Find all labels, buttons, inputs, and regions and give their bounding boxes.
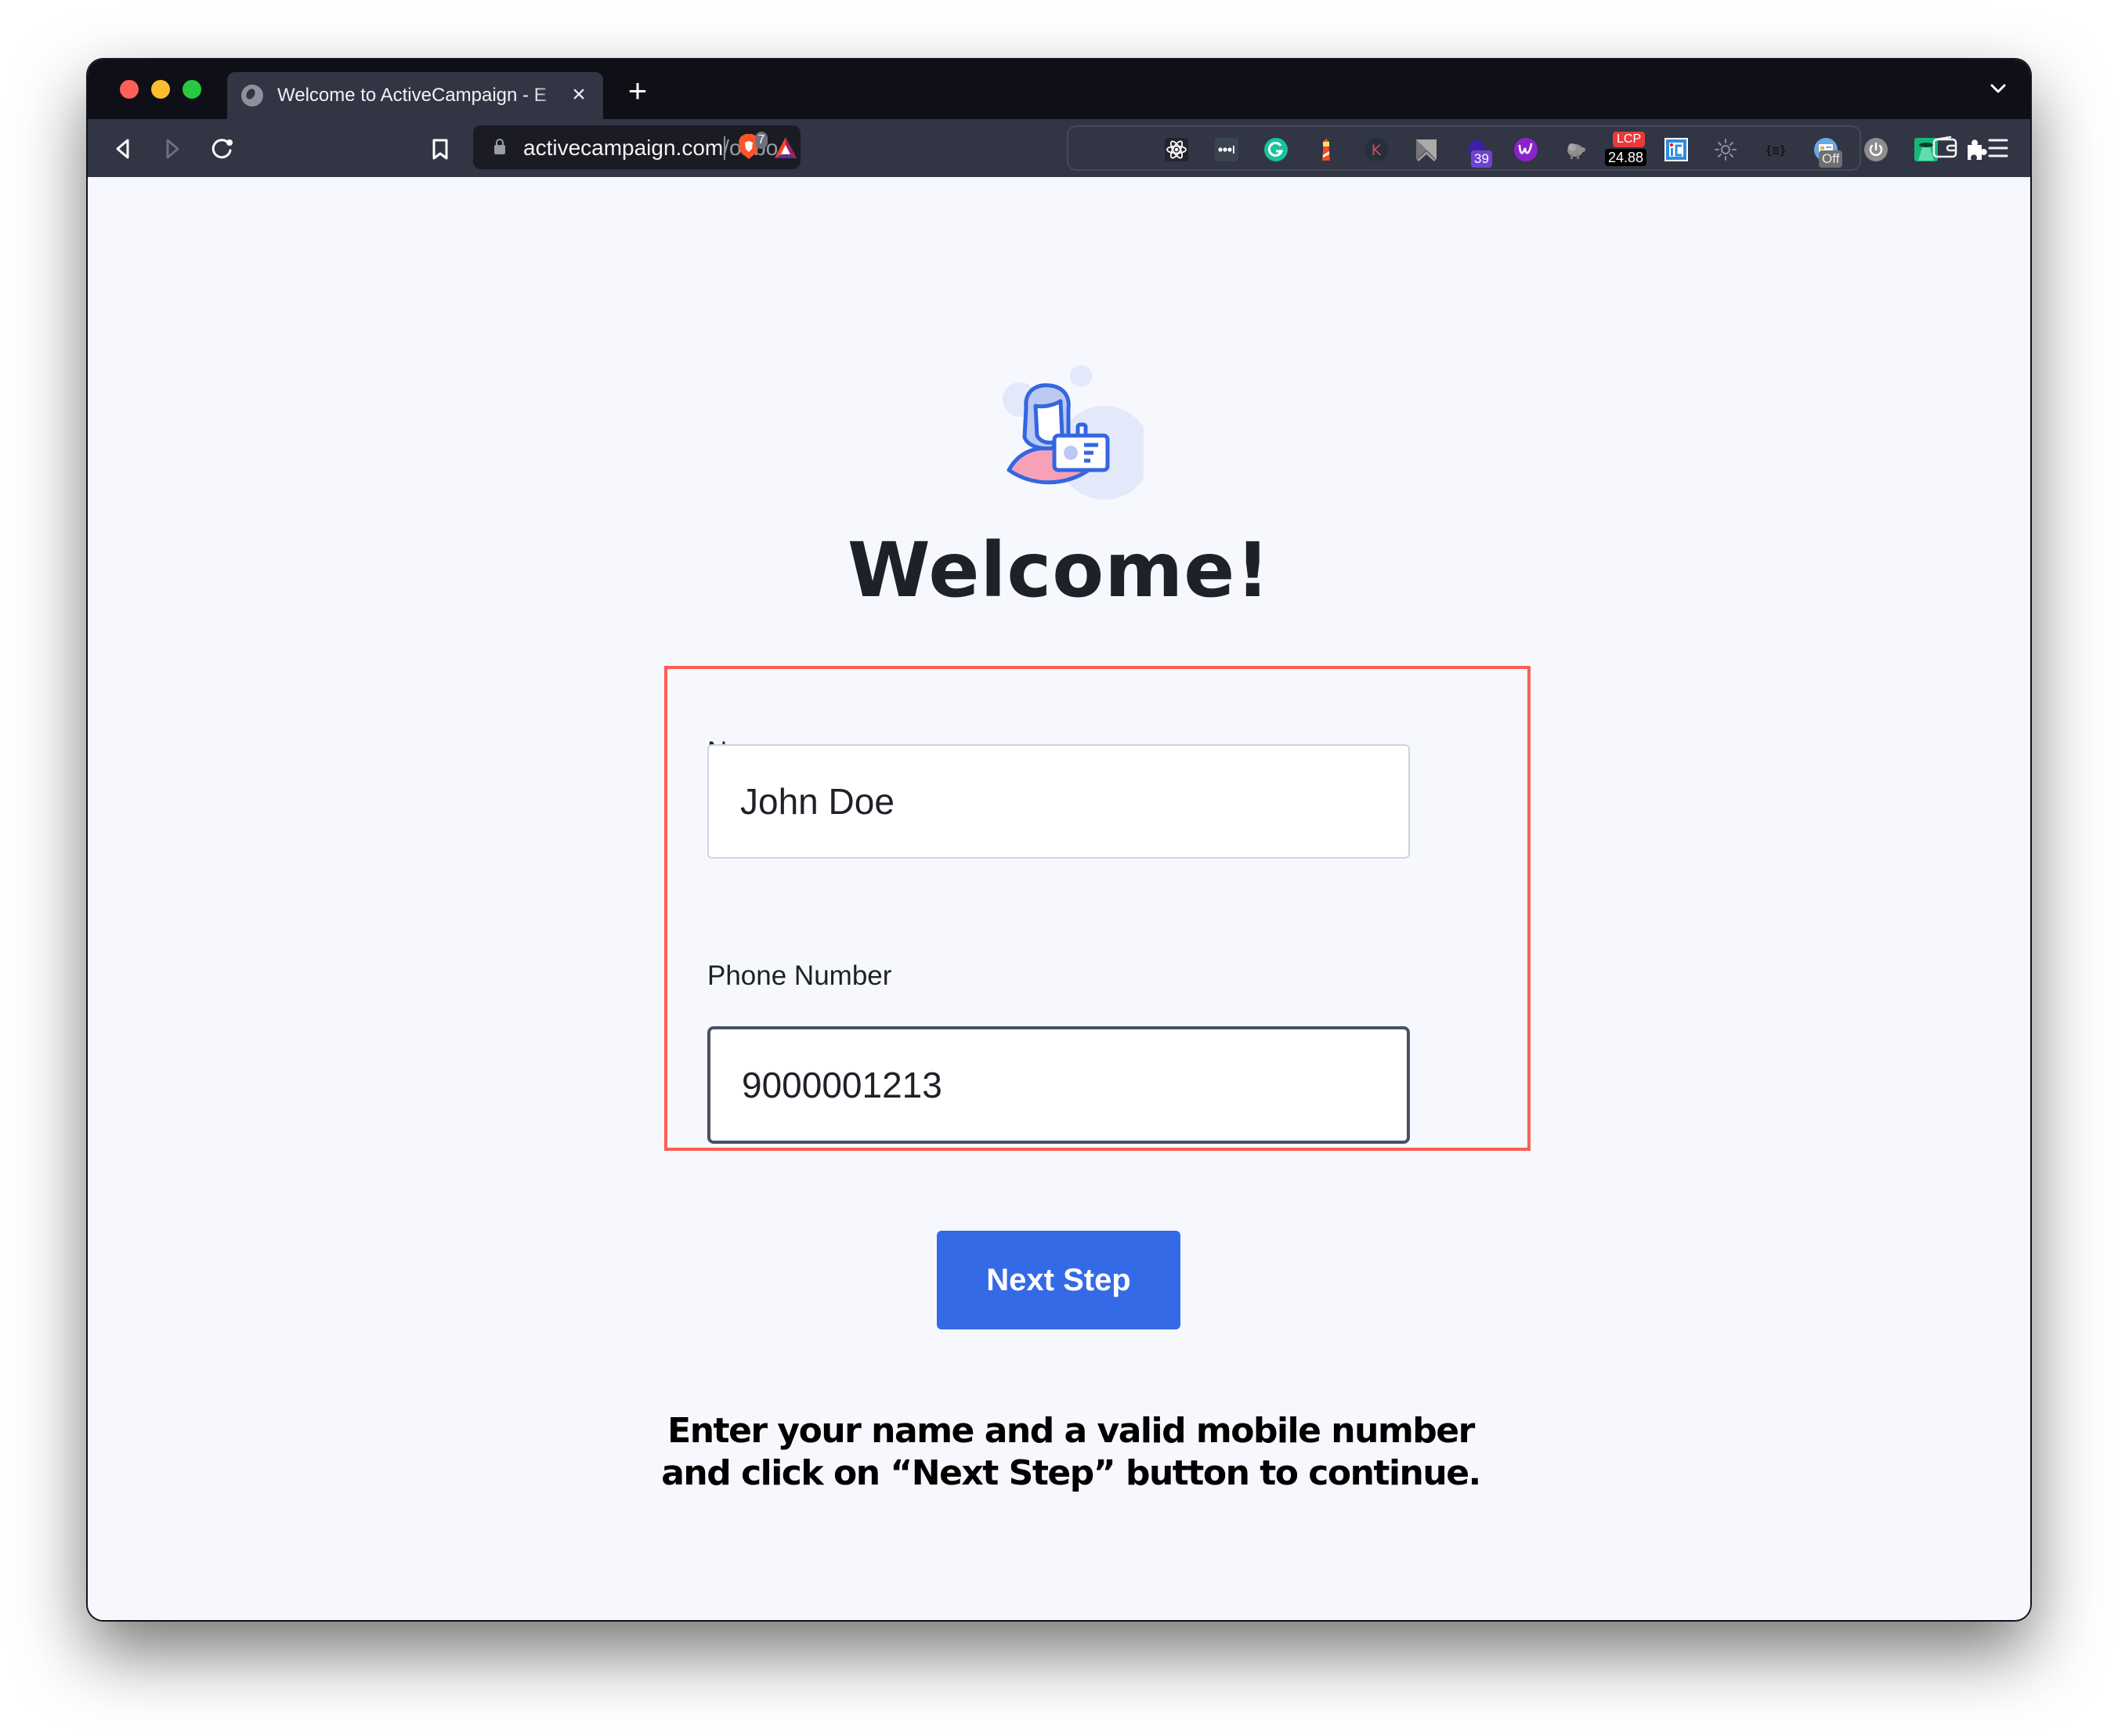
wallet-button[interactable] [1932,135,1958,161]
arrow-extension-icon[interactable] [1415,138,1438,161]
phone-number-input[interactable] [707,1026,1410,1144]
page-title: Welcome! [847,526,1271,614]
elephant-extension-icon[interactable] [1564,138,1588,161]
lcp-label: LCP [1613,132,1646,147]
screenshot-off-badge: Off [1819,150,1843,168]
lcp-extension-icon[interactable]: LCP 24.88 [1605,132,1647,166]
w-extension-icon[interactable] [1514,138,1538,161]
extensions-panel: K 39 LCP 24.88 {≡} Off [1067,125,1987,171]
tab-bar: Welcome to ActiveCampaign - E × + [88,60,2030,119]
instruction-line: Enter your name and a valid mobile numbe… [667,1411,1475,1451]
json-extension-icon[interactable]: {≡} [1764,138,1787,161]
power-extension-icon[interactable] [1864,138,1888,161]
puzzle-extensions-icon[interactable] [1964,138,1987,161]
reload-icon [211,139,233,159]
tab-title: Welcome to ActiveCampaign - E [277,85,547,106]
lcp-value-badge: 24.88 [1605,149,1647,166]
brave-shields-count: 7 [755,132,768,149]
brave-rewards-icon[interactable] [774,136,797,160]
new-tab-button[interactable]: + [622,74,653,107]
reload-button[interactable] [207,133,238,165]
stack-extension-icon[interactable]: 39 [1465,138,1492,168]
page-content: Welcome! Name Phone Number Next Step Ent… [88,177,2030,1620]
svg-text:K: K [1372,142,1382,159]
globe-icon [241,85,263,107]
sun-extension-icon[interactable] [1714,138,1737,161]
chevron-down-icon[interactable] [1988,78,2008,99]
hamburger-menu-icon [1988,139,2008,157]
ic-extension-icon[interactable] [1664,138,1688,161]
main-menu-button[interactable] [1986,135,2010,161]
minimize-window-button[interactable] [151,80,170,99]
bookmark-button[interactable] [425,133,456,165]
back-button[interactable] [107,133,139,165]
user-id-card-illustration [1003,365,1144,500]
address-bar[interactable]: activecampaign.com/onbo... 7 [473,125,801,169]
next-step-button[interactable]: Next Step [937,1231,1180,1329]
forward-icon [166,139,179,159]
k-extension-icon[interactable]: K [1364,138,1388,161]
stack-extension-badge: 39 [1471,150,1492,168]
lock-icon [494,139,505,154]
toolbar: activecampaign.com/onbo... 7 [88,119,2030,177]
grammarly-icon[interactable] [1264,138,1288,161]
maximize-window-button[interactable] [183,80,201,99]
bookmark-icon [432,139,448,160]
react-devtools-icon[interactable] [1165,138,1188,161]
close-window-button[interactable] [120,80,139,99]
forward-button[interactable] [157,133,188,165]
svg-text:{≡}: {≡} [1765,143,1786,157]
lastpass-icon[interactable] [1215,138,1238,161]
close-tab-button[interactable]: × [567,83,591,107]
url-domain: activecampaign.com [523,136,724,160]
tab-active[interactable]: Welcome to ActiveCampaign - E × [227,72,603,119]
browser-window: Welcome to ActiveCampaign - E × + active… [88,60,2030,1620]
phone-number-label: Phone Number [707,960,892,991]
lighthouse-icon[interactable] [1314,138,1338,161]
instruction-text: Enter your name and a valid mobile numbe… [88,1410,2030,1495]
name-input[interactable] [707,744,1410,859]
back-icon [116,139,129,159]
wallet-icon [1932,136,1957,158]
screenshot-extension-icon[interactable]: Off [1814,138,1843,168]
url-separator [724,136,725,160]
instruction-line: and click on “Next Step” button to conti… [661,1453,1481,1493]
